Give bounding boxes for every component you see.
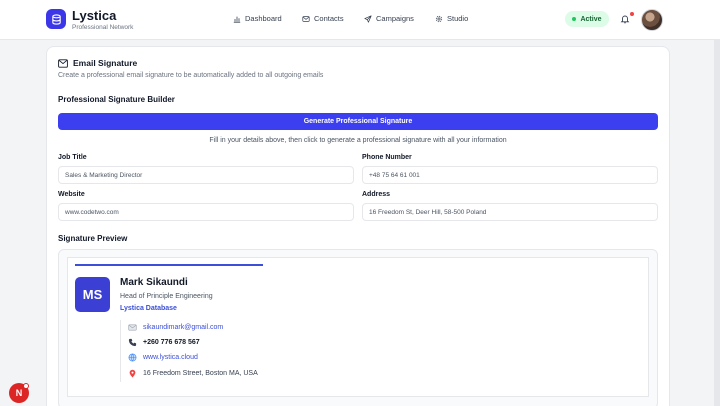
nav-campaigns[interactable]: Campaigns	[364, 14, 414, 23]
signature-email-row: sikaundimark@gmail.com	[128, 323, 223, 332]
nav-dashboard[interactable]: Dashboard	[233, 14, 282, 23]
phone-number-input[interactable]: +48 75 64 61 001	[362, 166, 658, 184]
builder-title: Professional Signature Builder	[58, 95, 175, 104]
job-title-input[interactable]: Sales & Marketing Director	[58, 166, 354, 184]
signature-accent-line	[75, 264, 263, 266]
send-icon	[364, 14, 372, 23]
brand-subtitle: Professional Network	[72, 24, 134, 31]
address-input[interactable]: 16 Freedom St, Deer Hill, 58-500 Poland	[362, 203, 658, 221]
nav-studio[interactable]: Studio	[435, 14, 468, 23]
signature-phone-row: +260 776 678 567	[128, 338, 200, 347]
phone-icon	[128, 338, 137, 347]
signature-website[interactable]: www.lystica.cloud	[143, 354, 198, 361]
signature-address: 16 Freedom Street, Boston MA, USA	[143, 370, 258, 377]
section-title: Email Signature	[58, 58, 137, 68]
status-badge: Active	[565, 11, 609, 27]
bar-chart-icon	[233, 16, 241, 23]
nav-studio-label: Studio	[447, 14, 469, 23]
nav-contacts[interactable]: Contacts	[302, 14, 344, 23]
website-label: Website	[58, 191, 85, 198]
envelope-icon	[128, 324, 137, 331]
nav-campaigns-label: Campaigns	[376, 14, 414, 23]
gear-icon	[435, 15, 443, 22]
status-label: Active	[580, 15, 602, 23]
map-pin-icon	[129, 369, 136, 378]
signature-website-row: www.lystica.cloud	[128, 353, 198, 362]
job-title-label: Job Title	[58, 154, 87, 161]
section-title-text: Email Signature	[73, 58, 138, 68]
notification-dot	[630, 12, 634, 16]
fab-badge	[23, 383, 29, 389]
nav-contacts-label: Contacts	[314, 14, 344, 23]
nav-dashboard-label: Dashboard	[245, 14, 282, 23]
generate-signature-button[interactable]: Generate Professional Signature	[58, 113, 658, 130]
section-description: Create a professional email signature to…	[58, 72, 324, 79]
signature-preview-title: Signature Preview	[58, 234, 128, 243]
signature-address-row: 16 Freedom Street, Boston MA, USA	[128, 369, 258, 378]
signature-email[interactable]: sikaundimark@gmail.com	[143, 324, 223, 331]
status-dot-icon	[572, 17, 577, 21]
scrollbar-track[interactable]	[714, 40, 720, 406]
builder-hint: Fill in your details above, then click t…	[209, 137, 507, 144]
signature-phone: +260 776 678 567	[143, 339, 200, 346]
bell-icon[interactable]	[620, 14, 630, 24]
mail-icon	[58, 58, 68, 68]
user-avatar[interactable]	[641, 9, 663, 31]
signature-role: Head of Principle Engineering	[120, 293, 213, 300]
brand-name[interactable]: Lystica	[72, 8, 116, 23]
address-label: Address	[362, 191, 391, 198]
initials-avatar: MS	[75, 277, 110, 312]
logo-database-icon[interactable]	[46, 9, 66, 29]
signature-name: Mark Sikaundi	[120, 277, 188, 288]
phone-number-label: Phone Number	[362, 154, 412, 161]
mail-icon	[302, 15, 310, 22]
globe-icon	[128, 353, 137, 362]
signature-company[interactable]: Lystica Database	[120, 305, 177, 312]
contact-divider	[120, 320, 121, 382]
website-input[interactable]: www.codetwo.com	[58, 203, 354, 221]
